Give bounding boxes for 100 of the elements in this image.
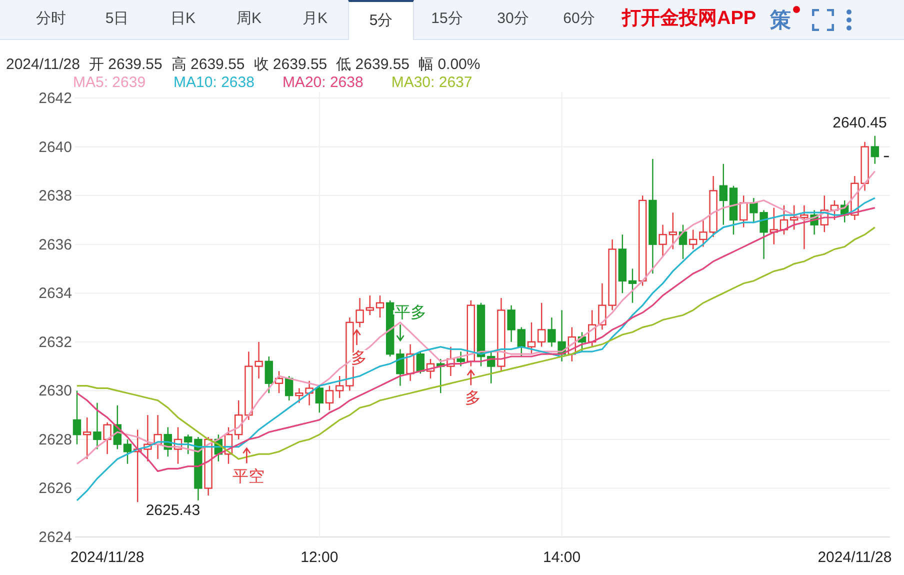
candlestick <box>760 210 768 259</box>
candlestick <box>386 300 394 357</box>
candlestick <box>396 349 404 386</box>
fullscreen-icon[interactable] <box>812 8 834 30</box>
candlestick <box>315 386 324 413</box>
candlestick <box>376 296 384 318</box>
candlestick <box>406 344 414 381</box>
candlestick <box>83 418 92 459</box>
candlestick <box>285 376 294 400</box>
candlestick <box>214 434 222 462</box>
period-tab[interactable]: 月K <box>282 0 348 39</box>
arrow-up-icon <box>466 369 476 386</box>
candlestick <box>578 332 586 352</box>
candlestick <box>164 427 172 457</box>
candlestick <box>295 388 304 403</box>
candlestick <box>72 390 82 444</box>
quote-item: 开 2639.55 <box>88 56 162 74</box>
y-axis-label: 2638 <box>38 188 72 205</box>
candlestick <box>103 422 112 454</box>
period-tab[interactable]: 60分 <box>546 0 612 39</box>
more-icon[interactable] <box>846 8 852 30</box>
ma-legend-item: MA5: 2639 <box>73 74 146 92</box>
signal-label: 平多 <box>394 304 426 322</box>
candlestick <box>144 415 152 462</box>
period-tab[interactable]: 30分 <box>480 0 546 39</box>
signal-label: 多 <box>464 390 481 408</box>
period-tab[interactable]: 分时 <box>18 0 84 39</box>
y-axis-label: 2630 <box>38 382 72 400</box>
candlestick <box>820 196 828 232</box>
x-axis-label: 12:00 <box>300 549 338 566</box>
period-tab[interactable]: 日K <box>150 0 216 39</box>
candlestick <box>538 302 546 347</box>
x-axis-label: 2024/11/28 <box>818 549 892 566</box>
last-price-tick <box>884 156 889 158</box>
candlestick <box>446 346 455 376</box>
signal-label: 平空 <box>232 468 265 486</box>
candlestick <box>800 205 808 250</box>
candlestick <box>689 230 698 250</box>
candlestick <box>790 205 798 230</box>
candlestick <box>628 268 637 303</box>
quote-item: 高 2639.55 <box>171 56 245 74</box>
candlestick <box>699 220 708 247</box>
ma-legend-item: MA20: 2638 <box>282 74 364 92</box>
period-tab[interactable]: 5日 <box>84 0 150 39</box>
ma-legend-item: MA30: 2637 <box>391 74 472 92</box>
candlestick <box>366 296 374 316</box>
candlestick <box>840 200 849 222</box>
candlestick <box>658 224 667 257</box>
open-app-link[interactable]: 打开金投网APP <box>622 0 756 39</box>
period-tab[interactable]: 5分 <box>348 0 414 40</box>
candlestick <box>668 212 677 250</box>
arrow-down-icon <box>396 324 404 342</box>
candlestick <box>264 356 273 394</box>
candlestick <box>830 200 839 220</box>
quote-item: 幅 0.00% <box>418 56 480 74</box>
candlestick <box>426 358 435 378</box>
candlestick <box>456 352 465 366</box>
candlestick <box>770 208 778 244</box>
candlestick <box>194 437 202 500</box>
candlestick <box>305 380 314 406</box>
x-axis-label: 14:00 <box>543 549 581 566</box>
x-axis-label: 2024/11/28 <box>70 549 144 566</box>
candlestick <box>476 302 486 366</box>
period-tab[interactable]: 15分 <box>414 0 480 39</box>
candlestick <box>274 371 284 394</box>
signal-label: 多 <box>350 350 367 367</box>
candlestick <box>517 327 526 357</box>
candlestick <box>558 310 566 362</box>
price-label: 2625.43 <box>146 502 200 520</box>
candlestick <box>860 142 869 191</box>
strategy-button[interactable]: 策 <box>770 6 800 34</box>
candlestick <box>780 205 788 235</box>
y-axis-label: 2640 <box>38 138 72 156</box>
candlestick <box>154 415 162 459</box>
quote-item: 收 2639.55 <box>254 56 328 74</box>
y-axis-label: 2636 <box>38 236 72 254</box>
arrow-up-icon <box>352 328 361 346</box>
candlestick <box>678 224 688 259</box>
candlestick <box>113 405 122 450</box>
price-label: 2640.45 <box>832 114 887 132</box>
candlestick <box>588 310 596 347</box>
candlestick <box>123 439 132 464</box>
candlestick <box>719 164 728 225</box>
candlestick <box>850 176 859 220</box>
candlestick <box>548 318 556 347</box>
candlestick <box>598 283 606 330</box>
y-axis-label: 2624 <box>38 529 72 546</box>
period-tab[interactable]: 周K <box>216 0 282 39</box>
candlestick <box>870 136 879 164</box>
candlestick <box>810 210 818 235</box>
candlestick <box>336 376 344 398</box>
candlestick <box>416 352 424 374</box>
candlestick <box>618 234 626 294</box>
candlestick <box>93 402 102 450</box>
y-axis-label: 2628 <box>38 431 72 448</box>
candlestick <box>750 198 758 222</box>
candlestick <box>527 322 536 354</box>
y-axis-label: 2642 <box>38 92 72 107</box>
candlestick <box>436 358 445 394</box>
candlestick <box>234 400 243 440</box>
